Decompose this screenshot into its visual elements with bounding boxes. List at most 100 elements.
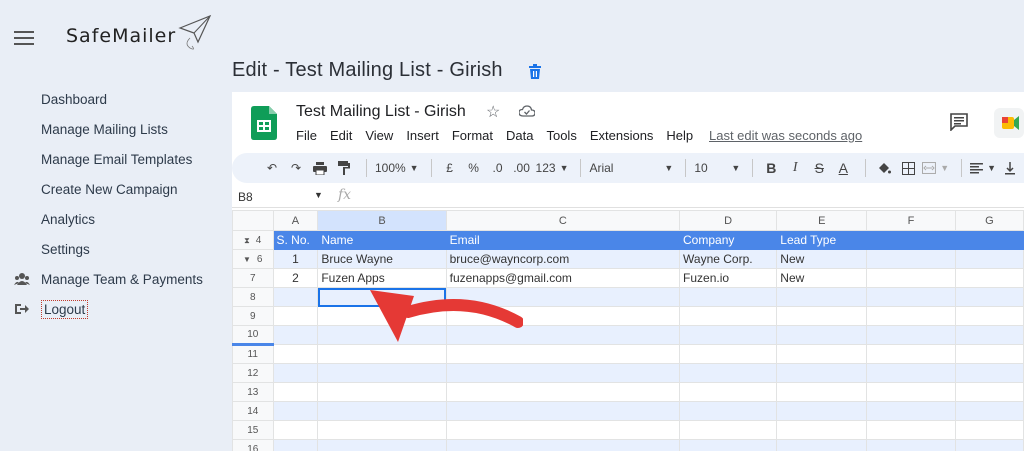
- cell[interactable]: [445, 439, 681, 451]
- redo-icon[interactable]: ↷: [286, 157, 306, 179]
- undo-icon[interactable]: ↶: [262, 157, 282, 179]
- sidebar-item-settings[interactable]: Settings: [0, 234, 220, 264]
- vertical-align-icon[interactable]: [1000, 157, 1020, 179]
- cell[interactable]: [776, 344, 868, 364]
- row-header[interactable]: 11: [232, 344, 274, 364]
- cell[interactable]: [954, 306, 1024, 326]
- cell[interactable]: 2: [272, 268, 319, 288]
- cell[interactable]: New: [776, 268, 868, 288]
- cell[interactable]: [866, 268, 956, 288]
- column-header[interactable]: C: [445, 210, 681, 231]
- cell[interactable]: Bruce Wayne: [317, 249, 447, 269]
- cell[interactable]: [679, 287, 778, 307]
- cell[interactable]: [317, 363, 447, 383]
- cell[interactable]: [954, 344, 1024, 364]
- print-icon[interactable]: [310, 157, 330, 179]
- cell[interactable]: [679, 439, 778, 451]
- fill-color-icon[interactable]: [874, 157, 894, 179]
- sidebar-item-analytics[interactable]: Analytics: [0, 204, 220, 234]
- cell[interactable]: [679, 344, 778, 364]
- row-header[interactable]: 8: [232, 287, 274, 307]
- cell[interactable]: [776, 382, 868, 402]
- cell[interactable]: Company: [679, 230, 778, 250]
- select-all-corner[interactable]: [232, 210, 274, 231]
- cell[interactable]: [776, 401, 868, 421]
- cell[interactable]: [445, 382, 681, 402]
- paint-format-icon[interactable]: [334, 157, 354, 179]
- number-format-select[interactable]: 123 ▼: [536, 157, 569, 179]
- cell[interactable]: [272, 325, 319, 345]
- cell[interactable]: [866, 230, 956, 250]
- cell[interactable]: [954, 268, 1024, 288]
- row-header[interactable]: 15: [232, 420, 274, 440]
- cell[interactable]: 1: [272, 249, 319, 269]
- cell[interactable]: [776, 325, 868, 345]
- cell[interactable]: Email: [445, 230, 681, 250]
- trash-icon[interactable]: [529, 64, 541, 79]
- document-title[interactable]: Test Mailing List - Girish: [296, 103, 466, 121]
- cell[interactable]: [272, 306, 319, 326]
- cell[interactable]: [272, 439, 319, 451]
- row-header[interactable]: 9: [232, 306, 274, 326]
- cell[interactable]: [866, 325, 956, 345]
- sidebar-item-new-campaign[interactable]: Create New Campaign: [0, 174, 220, 204]
- menu-tools[interactable]: Tools: [546, 128, 576, 143]
- cell[interactable]: Name: [317, 230, 447, 250]
- column-header[interactable]: A: [272, 210, 319, 231]
- cell[interactable]: [954, 401, 1024, 421]
- font-size-select[interactable]: 10 ▼: [694, 157, 740, 179]
- column-header[interactable]: F: [866, 210, 956, 231]
- hamburger-menu-icon[interactable]: [14, 31, 34, 45]
- row-header[interactable]: 12: [232, 363, 274, 383]
- cell[interactable]: [866, 401, 956, 421]
- increase-decimal-button[interactable]: .00: [512, 157, 532, 179]
- sidebar-item-team-payments[interactable]: Manage Team & Payments: [0, 264, 220, 294]
- bold-button[interactable]: B: [761, 157, 781, 179]
- decrease-decimal-button[interactable]: .0: [488, 157, 508, 179]
- cell[interactable]: [866, 344, 956, 364]
- cell[interactable]: Fuzen.io: [679, 268, 778, 288]
- comment-icon[interactable]: [950, 113, 968, 131]
- menu-view[interactable]: View: [365, 128, 393, 143]
- row-header[interactable]: 16: [232, 439, 274, 451]
- collapse-arrow-icon[interactable]: ▼: [243, 255, 251, 264]
- cell[interactable]: [272, 382, 319, 402]
- menu-edit[interactable]: Edit: [330, 128, 352, 143]
- cell[interactable]: [866, 439, 956, 451]
- cell[interactable]: [954, 420, 1024, 440]
- merge-cells-icon[interactable]: ▼: [922, 157, 949, 179]
- column-header[interactable]: D: [679, 210, 778, 231]
- cell[interactable]: [954, 287, 1024, 307]
- strikethrough-button[interactable]: S: [809, 157, 829, 179]
- cell[interactable]: [445, 363, 681, 383]
- cell[interactable]: [272, 363, 319, 383]
- column-header[interactable]: B: [317, 210, 447, 231]
- row-header[interactable]: 10: [232, 325, 274, 346]
- cell[interactable]: [866, 249, 956, 269]
- cell[interactable]: [776, 363, 868, 383]
- cell[interactable]: [272, 420, 319, 440]
- cell[interactable]: [679, 325, 778, 345]
- cell[interactable]: [866, 306, 956, 326]
- cell[interactable]: [954, 230, 1024, 250]
- cell[interactable]: [272, 287, 319, 307]
- sidebar-item-dashboard[interactable]: Dashboard: [0, 84, 220, 114]
- cell[interactable]: [272, 401, 319, 421]
- menu-insert[interactable]: Insert: [406, 128, 439, 143]
- cell[interactable]: [954, 363, 1024, 383]
- cell[interactable]: [866, 363, 956, 383]
- cell[interactable]: [679, 420, 778, 440]
- cell[interactable]: New: [776, 249, 868, 269]
- cell[interactable]: [317, 439, 447, 451]
- cell[interactable]: [776, 439, 868, 451]
- column-header[interactable]: G: [954, 210, 1024, 231]
- row-header[interactable]: ▼ 6: [232, 249, 274, 269]
- italic-button[interactable]: I: [785, 157, 805, 179]
- cell[interactable]: Wayne Corp.: [679, 249, 778, 269]
- meet-icon[interactable]: [994, 108, 1024, 138]
- font-select[interactable]: Arial ▼: [589, 157, 673, 179]
- menu-file[interactable]: File: [296, 128, 317, 143]
- cell[interactable]: [866, 420, 956, 440]
- cell[interactable]: [679, 401, 778, 421]
- expand-rows-icon[interactable]: ⧗: [244, 236, 250, 245]
